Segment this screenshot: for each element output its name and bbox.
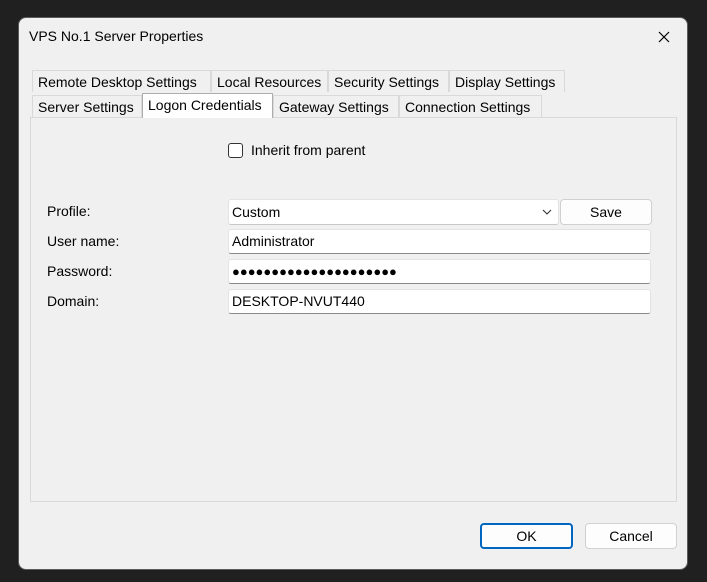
profile-label: Profile: xyxy=(47,203,91,219)
password-input[interactable]: ●●●●●●●●●●●●●●●●●●●●● xyxy=(228,259,651,284)
tab-logon-credentials[interactable]: Logon Credentials xyxy=(142,93,273,118)
save-profile-button[interactable]: Save xyxy=(560,199,652,225)
tab-connection-settings[interactable]: Connection Settings xyxy=(399,95,542,117)
profile-select[interactable]: Custom xyxy=(228,199,559,225)
tab-local-resources[interactable]: Local Resources xyxy=(211,70,328,92)
ok-button[interactable]: OK xyxy=(480,523,573,549)
tab-remote-desktop-settings[interactable]: Remote Desktop Settings xyxy=(32,70,211,92)
inherit-label: Inherit from parent xyxy=(251,142,366,158)
inherit-from-parent-option[interactable]: Inherit from parent xyxy=(228,142,365,158)
window-title: VPS No.1 Server Properties xyxy=(29,28,204,44)
tab-gateway-settings[interactable]: Gateway Settings xyxy=(273,95,399,117)
close-button[interactable] xyxy=(641,18,687,56)
username-label: User name: xyxy=(47,233,120,249)
tab-server-settings[interactable]: Server Settings xyxy=(32,95,142,117)
tab-security-settings[interactable]: Security Settings xyxy=(328,70,449,92)
domain-label: Domain: xyxy=(47,293,100,309)
title-bar: VPS No.1 Server Properties xyxy=(19,18,687,56)
profile-value: Custom xyxy=(232,204,281,220)
chevron-down-icon xyxy=(542,209,552,215)
tab-display-settings[interactable]: Display Settings xyxy=(449,70,565,92)
password-label: Password: xyxy=(47,263,113,279)
username-input[interactable]: Administrator xyxy=(228,229,651,254)
properties-dialog: VPS No.1 Server Properties Remote Deskto… xyxy=(18,17,688,570)
inherit-checkbox[interactable] xyxy=(228,142,243,158)
cancel-button[interactable]: Cancel xyxy=(585,523,677,549)
close-icon xyxy=(658,31,670,43)
domain-input[interactable]: DESKTOP-NVUT440 xyxy=(228,289,651,314)
